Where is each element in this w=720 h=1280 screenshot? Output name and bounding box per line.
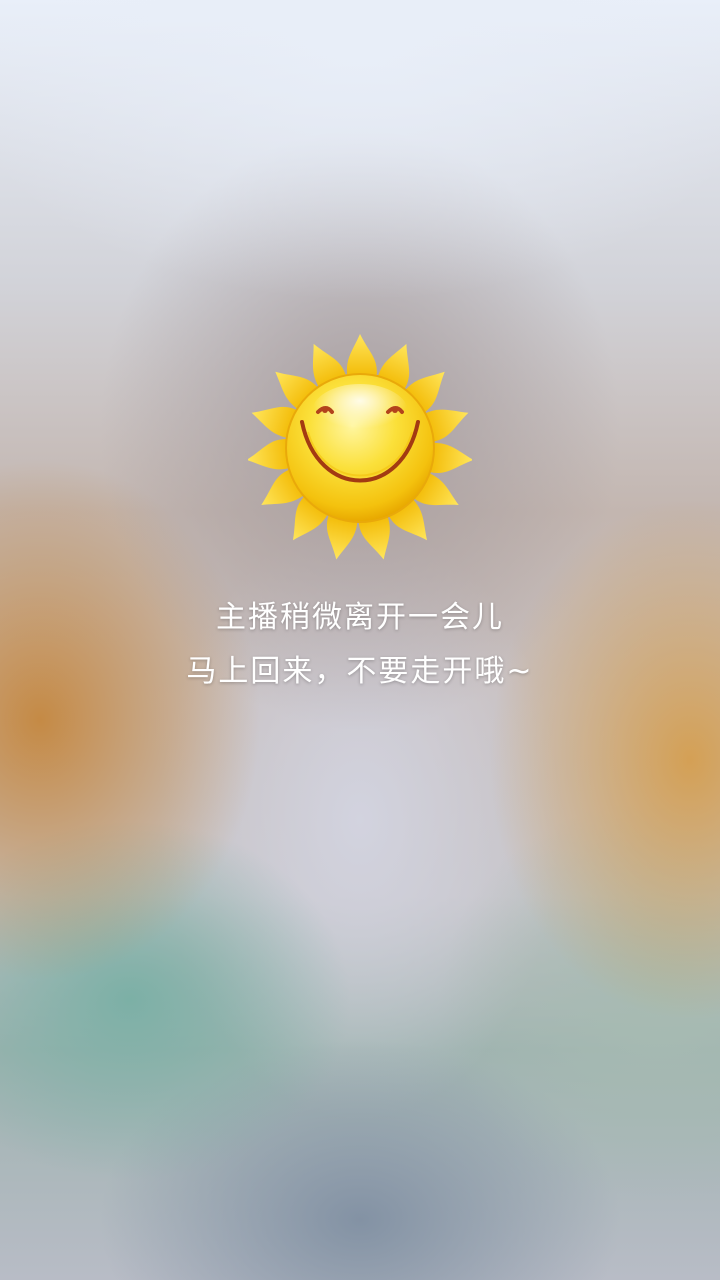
away-title: 主播稍微离开一会儿 [216,600,504,635]
away-subtitle: 马上回来，不要走开哦~ [186,654,534,689]
blurred-background [0,0,720,1280]
live-room-screen: 主播稍微离开一会儿 马上回来，不要走开哦~ [0,0,720,1280]
smiling-sun-icon [248,330,472,562]
